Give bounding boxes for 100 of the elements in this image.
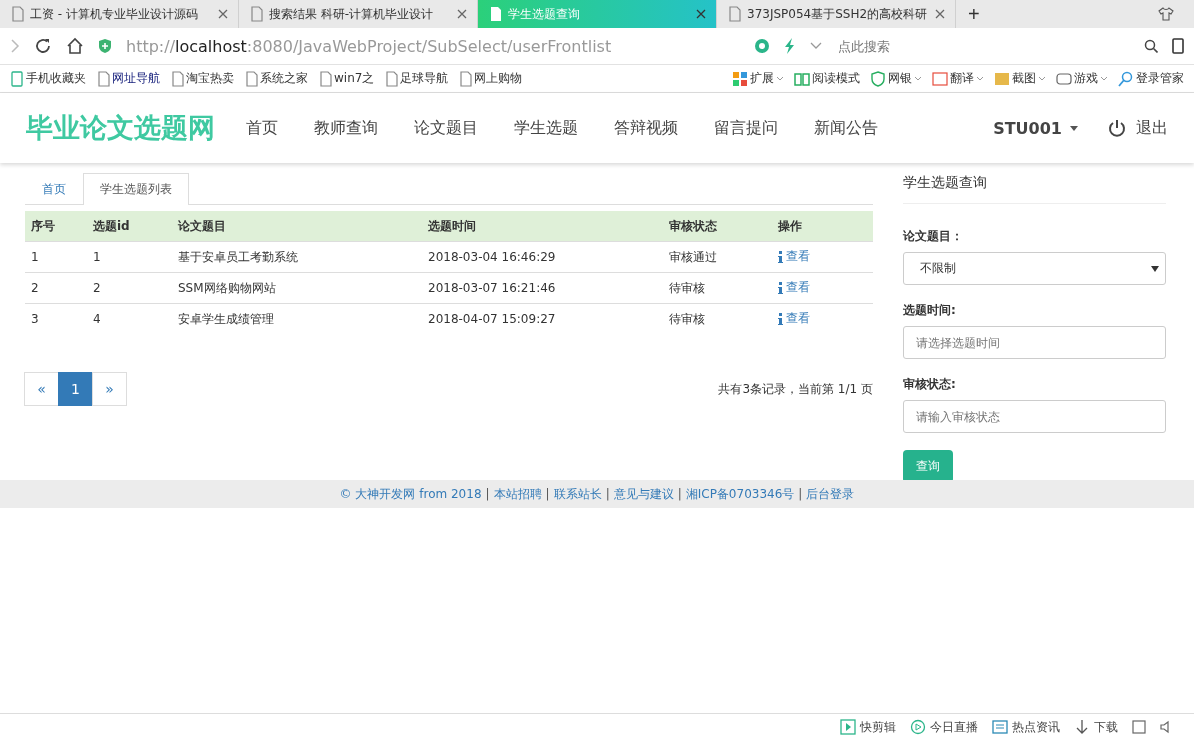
browser-tab[interactable]: 373JSP054基于SSH2的高校科研 — [717, 0, 956, 28]
table-cell: 2018-03-07 16:21:46 — [422, 272, 663, 304]
toolbar-button[interactable]: 阅读模式 — [794, 70, 860, 87]
new-tab-button[interactable]: + — [956, 0, 992, 28]
lightning-icon — [784, 38, 796, 54]
nav-link[interactable]: 教师查询 — [305, 117, 387, 139]
toolbar-button[interactable]: 截图 — [994, 70, 1046, 87]
magnifier-icon — [1118, 70, 1134, 87]
record-summary: 共有3条记录，当前第 1/1 页 — [718, 380, 873, 398]
field-label: 选题时间: — [903, 302, 957, 319]
page-tab[interactable]: 学生选题列表 — [83, 173, 189, 205]
footer-link[interactable]: 本站招聘 — [493, 485, 542, 503]
toolbar-button[interactable]: 登录管家 — [1118, 70, 1184, 87]
phone-icon — [10, 70, 24, 87]
info-icon — [778, 281, 783, 294]
logout-link[interactable]: 退出 — [1108, 117, 1168, 139]
column-header: 操作 — [772, 211, 873, 242]
bookmark-link[interactable]: 手机收藏夹 — [10, 70, 86, 87]
address-field[interactable]: http://localhost:8080/JavaWebProject/SubSelect/userFrontlist — [126, 36, 612, 56]
input-field[interactable]: 请选择选题时间 — [903, 326, 1166, 359]
status-button[interactable]: 今日直播 — [910, 718, 978, 736]
play-circle-icon — [910, 719, 926, 735]
page-tab[interactable]: 首页 — [25, 173, 83, 205]
nav-link[interactable]: 学生选题 — [505, 117, 587, 139]
table-cell: 2018-04-07 15:09:27 — [422, 303, 663, 334]
page-icon — [488, 6, 502, 22]
table-cell: 4 — [87, 303, 172, 334]
separator: | — [485, 487, 490, 501]
column-header: 选题id — [87, 211, 172, 242]
window-icon[interactable] — [1132, 720, 1146, 734]
page-icon — [384, 70, 399, 87]
home-icon[interactable] — [66, 37, 84, 55]
input-field[interactable]: 请输入审核状态 — [903, 400, 1166, 433]
caret-icon — [1151, 265, 1159, 272]
reload-icon[interactable] — [34, 37, 52, 55]
copyright-text: © 大神开发网 from 2018 — [339, 485, 482, 503]
phone-icon[interactable] — [1172, 38, 1184, 54]
book-icon — [794, 70, 810, 87]
toolbar-button[interactable]: 游戏 — [1056, 70, 1108, 87]
next-page-button[interactable]: » — [92, 372, 127, 406]
bookmark-link[interactable]: win7之 — [318, 70, 375, 87]
status-button[interactable]: 下载 — [1074, 718, 1118, 736]
separator: | — [677, 487, 682, 501]
page-icon — [170, 70, 184, 87]
footer-link[interactable]: 联系站长 — [553, 485, 602, 503]
table-cell: 基于安卓员工考勤系统 — [172, 241, 422, 273]
bookmark-link[interactable]: 淘宝热卖 — [170, 70, 234, 87]
dropdown-field[interactable]: 不限制 — [903, 252, 1166, 285]
user-menu[interactable]: STU001 — [993, 118, 1078, 138]
table-cell: 审核通过 — [663, 241, 772, 273]
shirt-icon[interactable] — [1158, 7, 1174, 21]
page-icon — [244, 70, 258, 87]
table-cell: 1 — [87, 241, 172, 273]
toolbar-button[interactable]: 翻译 — [932, 70, 984, 87]
view-link[interactable]: 查看 — [778, 279, 810, 297]
page-icon — [249, 6, 263, 22]
field-label: 论文题目： — [903, 228, 964, 245]
grid-icon — [732, 70, 748, 87]
nav-link[interactable]: 论文题目 — [405, 117, 487, 139]
close-icon[interactable] — [935, 9, 945, 19]
view-link[interactable]: 查看 — [778, 248, 810, 266]
panel-title: 学生选题查询 — [903, 171, 1166, 204]
page-icon — [727, 6, 741, 22]
browser-tab[interactable]: 工资 - 计算机专业毕业设计源码 — [0, 0, 239, 28]
column-header: 论文题目 — [172, 211, 422, 242]
nav-link[interactable]: 首页 — [237, 117, 287, 139]
status-button[interactable]: 热点资讯 — [992, 718, 1060, 736]
column-header: 序号 — [25, 211, 87, 242]
info-icon — [778, 312, 783, 325]
close-icon[interactable] — [457, 9, 467, 19]
bookmark-link[interactable]: 网上购物 — [458, 70, 523, 87]
status-button[interactable]: 快剪辑 — [840, 718, 896, 736]
search-icon[interactable] — [1144, 39, 1158, 53]
page-icon — [458, 70, 473, 87]
table-cell: 3 — [25, 303, 87, 334]
bookmark-link[interactable]: 系统之家 — [244, 70, 308, 87]
table-cell: 待审核 — [663, 303, 772, 334]
table-cell: 1 — [25, 241, 87, 273]
page-button[interactable]: 1 — [58, 372, 93, 406]
table-cell: 2018-03-04 16:46:29 — [422, 241, 663, 273]
footer-link[interactable]: 湘ICP备0703346号 — [685, 485, 795, 503]
page-icon — [96, 70, 110, 87]
caret-icon — [1070, 125, 1078, 131]
view-link[interactable]: 查看 — [778, 310, 810, 328]
chevron-down-icon[interactable] — [810, 42, 822, 50]
nav-link[interactable]: 答辩视频 — [605, 117, 687, 139]
footer-link[interactable]: 后台登录 — [806, 485, 855, 503]
page-icon — [318, 70, 332, 87]
bookmark-link[interactable]: 网址导航 — [96, 70, 160, 87]
close-icon[interactable] — [696, 9, 706, 19]
toolbar-button[interactable]: 扩展 — [732, 70, 784, 87]
toolbar-button[interactable]: 网银 — [870, 70, 922, 87]
nav-link[interactable]: 新闻公告 — [805, 117, 887, 139]
column-header: 选题时间 — [422, 211, 663, 242]
table-cell: 2 — [87, 272, 172, 304]
close-icon[interactable] — [218, 9, 228, 19]
nav-link[interactable]: 留言提问 — [705, 117, 787, 139]
page-icon — [10, 6, 24, 22]
footer-link[interactable]: 意见与建议 — [613, 485, 674, 503]
bookmark-link[interactable]: 足球导航 — [384, 70, 449, 87]
